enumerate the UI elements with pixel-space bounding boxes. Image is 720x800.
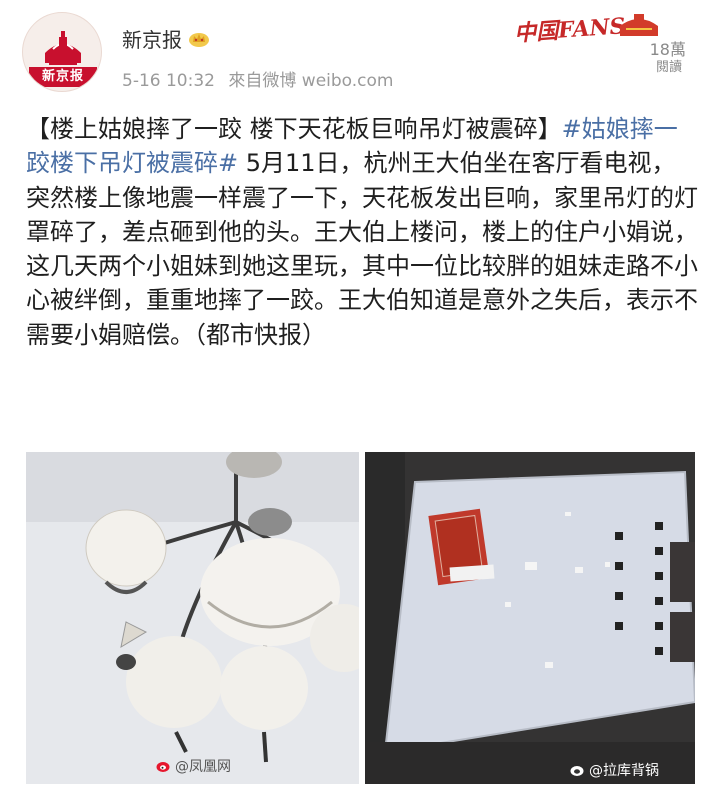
avatar-label: 新京报	[29, 67, 97, 87]
chandelier-photo[interactable]: @凤凰网	[26, 452, 359, 784]
left-watermark-text: @凤凰网	[175, 759, 231, 775]
left-image-watermark: @凤凰网	[156, 756, 231, 776]
post-body: 5月11日，杭州王大伯坐在客厅看电视，突然楼上像地震一样震了一下，天花板发出巨响…	[26, 149, 698, 349]
fans-brand: 中国FANS	[513, 13, 627, 47]
right-watermark-text: @拉库背锅	[589, 763, 659, 779]
chandelier-illustration	[26, 452, 359, 784]
weibo-icon	[570, 766, 584, 776]
post-timestamp: 5-16 10:32	[122, 71, 215, 91]
table-illustration	[365, 452, 695, 784]
post-text: 【楼上姑娘摔了一跤 楼下天花板巨响吊灯被震碎】#姑娘摔一跤楼下吊灯被震碎# 5月…	[26, 112, 698, 352]
post-meta: 5-16 10:32 來自微博 weibo.com	[122, 66, 402, 91]
avatar[interactable]: 新京报	[22, 12, 102, 92]
post-header: 新京报 新京报 5-16 10:32 來自微博 weibo.com 中国FANS…	[0, 0, 720, 100]
post-headline: 【楼上姑娘摔了一跤 楼下天花板巨响吊灯被震碎】	[26, 115, 562, 143]
crown-icon	[189, 32, 209, 47]
reads-label: 閱讀	[655, 60, 682, 75]
weibo-icon	[156, 762, 170, 772]
fans-badge: 中国FANS 18萬 閱讀	[508, 4, 708, 75]
right-image-watermark: @拉库背锅	[570, 760, 659, 780]
table-debris-photo[interactable]: @拉库背锅	[365, 452, 695, 784]
account-name[interactable]: 新京报	[122, 24, 182, 53]
post-source[interactable]: 來自微博 weibo.com	[228, 71, 393, 91]
